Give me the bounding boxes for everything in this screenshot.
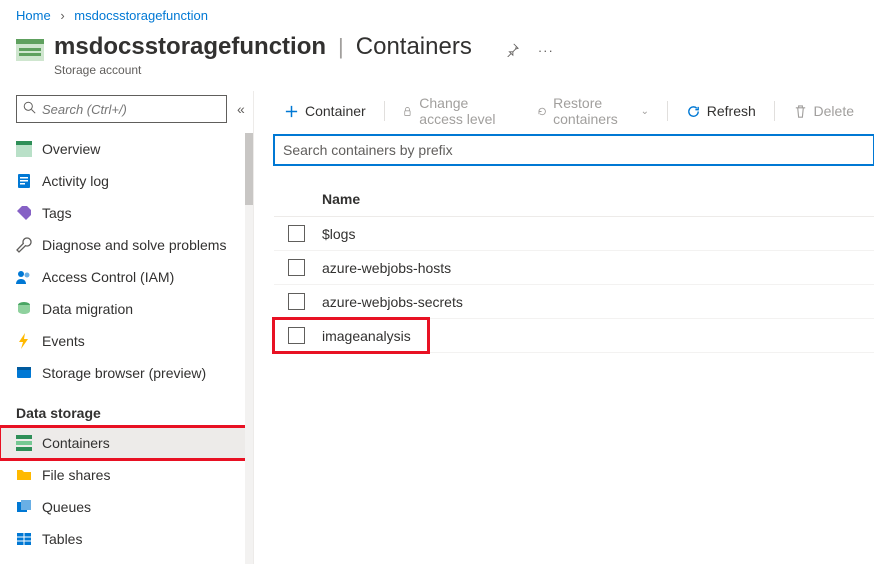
sidebar-item-activity-log[interactable]: Activity log	[0, 165, 253, 197]
sidebar-section-data-storage: Data storage	[0, 389, 253, 427]
sidebar-item-label: Activity log	[42, 173, 109, 189]
sidebar-item-data-migration[interactable]: Data migration	[0, 293, 253, 325]
wrench-icon	[16, 237, 32, 253]
delete-button[interactable]: Delete	[783, 95, 864, 127]
people-icon	[16, 269, 32, 285]
sidebar-item-label: Containers	[42, 435, 110, 451]
sidebar-item-queues[interactable]: Queues	[0, 491, 253, 523]
scrollbar-thumb[interactable]	[245, 133, 253, 205]
containers-table: Name $logs azure-webjobs-hosts azure-web…	[274, 181, 874, 353]
refresh-button[interactable]: Refresh	[676, 95, 766, 127]
page-title: msdocsstoragefunction	[54, 33, 326, 61]
sidebar-item-label: Overview	[42, 141, 100, 157]
sidebar-item-label: File shares	[42, 467, 110, 483]
log-icon	[16, 173, 32, 189]
browser-icon	[16, 365, 32, 381]
container-name[interactable]: imageanalysis	[318, 328, 411, 344]
sidebar-item-label: Events	[42, 333, 85, 349]
search-icon	[23, 101, 36, 117]
filter-input[interactable]	[274, 135, 874, 165]
row-checkbox[interactable]	[288, 225, 305, 242]
table-icon	[16, 531, 32, 547]
sidebar-search-input[interactable]	[42, 102, 220, 117]
change-access-button[interactable]: Change access level	[392, 95, 522, 127]
storage-account-icon	[16, 39, 44, 61]
sidebar-item-label: Queues	[42, 499, 91, 515]
more-icon[interactable]: ···	[536, 40, 556, 60]
sidebar-item-events[interactable]: Events	[0, 325, 253, 357]
toolbar: Container Change access level Restore co…	[254, 91, 874, 131]
main-panel: Container Change access level Restore co…	[254, 91, 874, 564]
page-header: msdocsstoragefunction | Containers ··· S…	[0, 27, 874, 91]
folder-icon	[16, 467, 32, 483]
sidebar-item-tables[interactable]: Tables	[0, 523, 253, 555]
page-section: Containers	[356, 33, 472, 61]
breadcrumb-home[interactable]: Home	[16, 8, 51, 23]
sidebar-item-label: Tables	[42, 531, 82, 547]
sidebar-item-label: Diagnose and solve problems	[42, 237, 226, 253]
collapse-sidebar-icon[interactable]: «	[237, 101, 245, 117]
table-row[interactable]: azure-webjobs-secrets	[274, 285, 874, 319]
sidebar-item-storage-browser[interactable]: Storage browser (preview)	[0, 357, 253, 389]
container-name[interactable]: azure-webjobs-hosts	[318, 260, 451, 276]
sidebar-search[interactable]	[16, 95, 227, 123]
row-checkbox[interactable]	[288, 259, 305, 276]
table-row[interactable]: $logs	[274, 217, 874, 251]
migration-icon	[16, 301, 32, 317]
sidebar-item-containers[interactable]: Containers	[0, 427, 253, 459]
table-row[interactable]: azure-webjobs-hosts	[274, 251, 874, 285]
lightning-icon	[16, 333, 32, 349]
sidebar-item-diagnose[interactable]: Diagnose and solve problems	[0, 229, 253, 261]
sidebar-item-file-shares[interactable]: File shares	[0, 459, 253, 491]
sidebar: « Overview Activity log Tags Diagnose an…	[0, 91, 254, 564]
container-name[interactable]: azure-webjobs-secrets	[318, 294, 463, 310]
sidebar-item-label: Storage browser (preview)	[42, 365, 206, 381]
restore-containers-button[interactable]: Restore containers ⌄	[527, 95, 659, 127]
tag-icon	[16, 205, 32, 221]
breadcrumb: Home › msdocsstoragefunction	[0, 0, 874, 27]
page-subtitle: Storage account	[54, 63, 556, 77]
table-header-row: Name	[274, 181, 874, 217]
pin-icon[interactable]	[502, 40, 522, 60]
containers-icon	[16, 435, 32, 451]
sidebar-item-iam[interactable]: Access Control (IAM)	[0, 261, 253, 293]
chevron-right-icon: ›	[60, 8, 64, 23]
queue-icon	[16, 499, 32, 515]
chevron-down-icon: ⌄	[641, 106, 649, 117]
sidebar-item-label: Access Control (IAM)	[42, 269, 174, 285]
breadcrumb-current[interactable]: msdocsstoragefunction	[74, 8, 208, 23]
row-checkbox[interactable]	[288, 293, 305, 310]
sidebar-item-overview[interactable]: Overview	[0, 133, 253, 165]
row-checkbox[interactable]	[288, 327, 305, 344]
add-container-button[interactable]: Container	[274, 95, 376, 127]
sidebar-item-label: Data migration	[42, 301, 133, 317]
column-name[interactable]: Name	[318, 191, 360, 207]
container-name[interactable]: $logs	[318, 226, 355, 242]
sidebar-item-label: Tags	[42, 205, 72, 221]
storage-icon	[16, 141, 32, 157]
sidebar-item-tags[interactable]: Tags	[0, 197, 253, 229]
table-row[interactable]: imageanalysis	[274, 319, 874, 353]
